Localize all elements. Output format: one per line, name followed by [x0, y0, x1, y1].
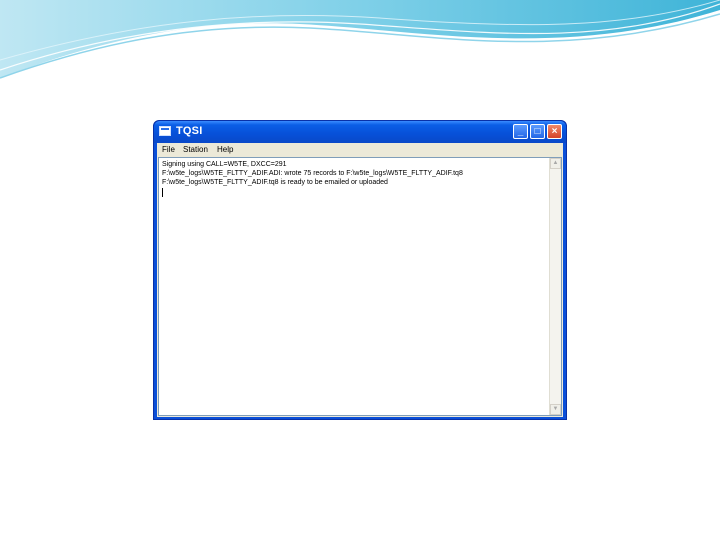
menu-help[interactable]: Help [217, 145, 233, 154]
scroll-up-icon: ▲ [552, 160, 559, 166]
maximize-button[interactable]: □ [530, 124, 545, 139]
scroll-down-button[interactable]: ▼ [550, 404, 561, 415]
menu-file[interactable]: File [162, 145, 175, 154]
minimize-icon: _ [517, 126, 524, 137]
log-text-area[interactable]: Signing using CALL=W5TE, DXCC=291 F:\w5t… [158, 157, 562, 416]
menu-station[interactable]: Station [183, 145, 208, 154]
close-button[interactable]: × [547, 124, 562, 139]
menu-bar: File Station Help [157, 143, 563, 157]
app-window-icon [159, 126, 171, 136]
scroll-up-button[interactable]: ▲ [550, 158, 561, 169]
title-bar[interactable]: TQSI _ □ × [154, 121, 566, 143]
minimize-button[interactable]: _ [513, 124, 528, 139]
log-line: Signing using CALL=W5TE, DXCC=291 [162, 161, 287, 168]
log-line: F:\w5te_logs\W5TE_FLTTY_ADIF.tq8 is read… [162, 179, 388, 186]
window-title: TQSI [176, 125, 203, 137]
scroll-down-icon: ▼ [552, 406, 559, 412]
vertical-scrollbar[interactable]: ▲ ▼ [549, 158, 561, 415]
text-caret [162, 188, 163, 197]
maximize-icon: □ [534, 126, 541, 137]
log-line: F:\w5te_logs\W5TE_FLTTY_ADIF.ADI: wrote … [162, 170, 463, 177]
window-client-area: File Station Help Signing using CALL=W5T… [157, 143, 563, 417]
tqsl-window: TQSI _ □ × File Station Help Signing usi… [153, 120, 567, 420]
close-icon: × [551, 126, 558, 137]
log-output: Signing using CALL=W5TE, DXCC=291 F:\w5t… [162, 160, 463, 187]
